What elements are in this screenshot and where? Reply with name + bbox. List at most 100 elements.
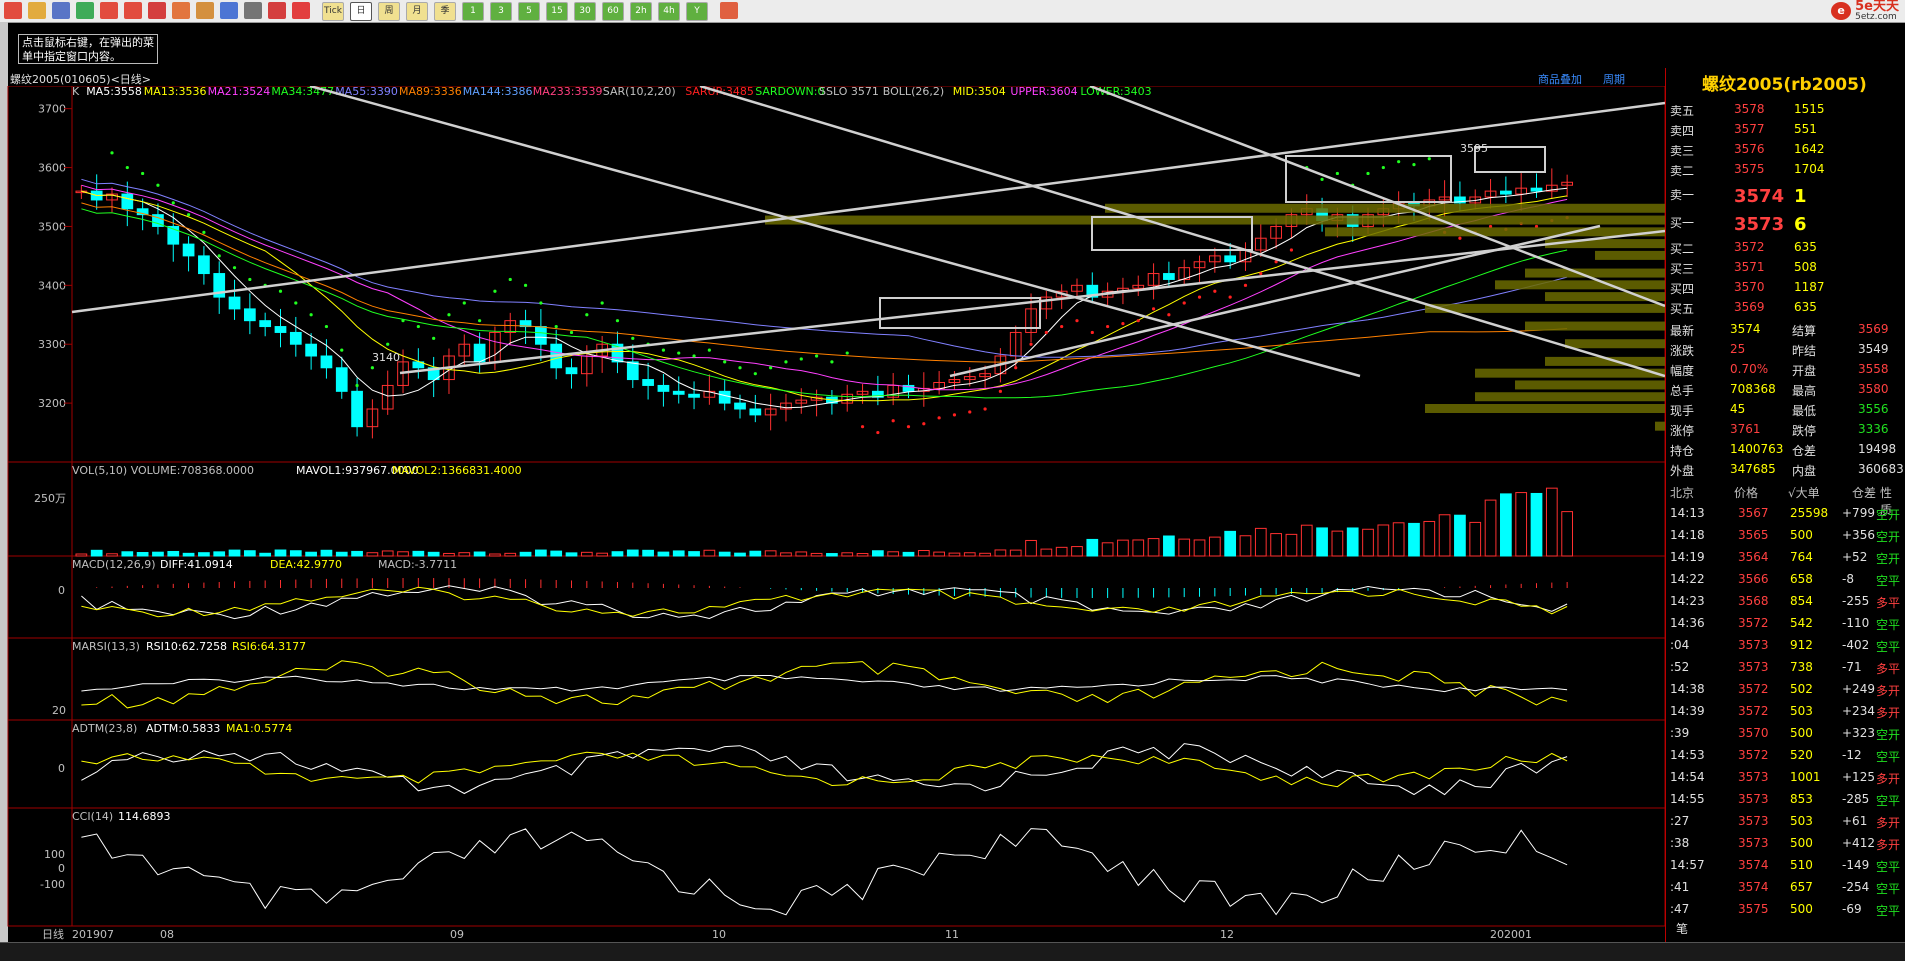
- stat-value: 3336: [1858, 422, 1889, 436]
- volume-profile-bar: [1655, 421, 1665, 431]
- sar-dot: [1335, 171, 1339, 176]
- stack-icon[interactable]: [52, 2, 70, 19]
- trade-volume: 542: [1790, 616, 1813, 630]
- volume-bar: [550, 550, 563, 557]
- trade-price: 3566: [1738, 572, 1769, 586]
- period-button-6[interactable]: 3: [490, 2, 512, 21]
- sar-dot: [600, 301, 604, 305]
- period-button-4[interactable]: 季: [434, 2, 456, 21]
- volume-bar: [826, 553, 838, 557]
- sar-dot: [1029, 342, 1033, 346]
- ma34-line: [81, 208, 1568, 399]
- news-icon[interactable]: [220, 2, 238, 19]
- sar-dot: [370, 366, 374, 370]
- calculator-icon[interactable]: [720, 2, 738, 19]
- volume-bar: [458, 552, 471, 557]
- volume-bar: [611, 551, 624, 557]
- sar-dot: [340, 348, 344, 352]
- sar-dot: [294, 301, 298, 305]
- period-button-7[interactable]: 5: [518, 2, 540, 21]
- period-button-1[interactable]: 日: [350, 2, 372, 21]
- period-button-8[interactable]: 15: [546, 2, 568, 21]
- sar-dot: [1167, 313, 1171, 317]
- filter-icon[interactable]: [196, 2, 214, 19]
- sar-dot: [937, 416, 941, 420]
- brush-icon[interactable]: [172, 2, 190, 19]
- adtm-value-label: ADTM:0.5833: [146, 722, 220, 735]
- sar-dot: [462, 301, 466, 305]
- period-button-13[interactable]: Y: [686, 2, 708, 21]
- trade-oi-change: +412: [1842, 836, 1875, 850]
- sar-dot: [876, 430, 880, 435]
- trade-time: :27: [1670, 814, 1690, 828]
- zoom-in-icon[interactable]: [100, 2, 118, 19]
- volume-bar: [887, 551, 900, 557]
- ask-level-label: 卖一: [1670, 188, 1695, 202]
- period-button-12[interactable]: 4h: [658, 2, 680, 21]
- macd-diff-label: DIFF:41.0914: [160, 558, 233, 571]
- ask-price: 3577: [1734, 122, 1765, 136]
- period-button-3[interactable]: 月: [406, 2, 428, 21]
- period-button-11[interactable]: 2h: [630, 2, 652, 21]
- sar-dot: [401, 319, 405, 323]
- trade-header-cell: 北京: [1670, 486, 1695, 500]
- period-button-10[interactable]: 60: [602, 2, 624, 21]
- period-link[interactable]: 周期: [1603, 73, 1625, 86]
- sar-dot: [1060, 324, 1064, 329]
- line-chart-icon[interactable]: [268, 2, 286, 19]
- tick-icon[interactable]: [292, 2, 310, 19]
- table-icon[interactable]: [244, 2, 262, 19]
- trade-row: 14:18 3565 500 +356 空开: [1670, 528, 1902, 546]
- volume-bar: [289, 550, 302, 557]
- overlay-link[interactable]: 商品叠加: [1538, 73, 1582, 86]
- volume-profile-bar: [1325, 227, 1665, 237]
- volume-bar: [381, 550, 394, 557]
- trade-row: 14:57 3574 510 -149 空平: [1670, 858, 1902, 876]
- trade-row: 14:53 3572 520 -12 空平: [1670, 748, 1902, 766]
- ma-legend-6: MA89:3336: [399, 86, 462, 98]
- sar-dot: [615, 319, 620, 323]
- volume-bar: [136, 552, 149, 557]
- candle: [535, 326, 547, 345]
- stat-value: 3574: [1730, 322, 1761, 336]
- period-button-5[interactable]: 1: [462, 2, 484, 21]
- time-axis-label: 11: [945, 928, 959, 941]
- trade-volume: 764: [1790, 550, 1813, 564]
- sar-dot: [1243, 283, 1248, 287]
- stat-label: 内盘: [1792, 464, 1817, 478]
- period-button-9[interactable]: 30: [574, 2, 596, 21]
- zoom-out-icon[interactable]: [124, 2, 142, 19]
- kline-chart[interactable]: 3700 3600 3500 3400 3300 3200 K MA5:3558 MA13:35…: [0, 86, 1665, 942]
- trade-price: 3568: [1738, 594, 1769, 608]
- volume-bar: [121, 551, 134, 557]
- macd-value-label: MACD:-3.7711: [378, 558, 457, 571]
- stat-value: 3549: [1858, 342, 1889, 356]
- ma-legend-15: UPPER:3604: [1010, 86, 1077, 98]
- sar-dot: [110, 151, 114, 155]
- volume-bar: [1438, 514, 1451, 557]
- sar-dot: [1136, 319, 1140, 323]
- volume-bar: [1285, 533, 1298, 557]
- cci-label: CCI(14): [72, 810, 113, 823]
- period-button-0[interactable]: Tick: [322, 2, 344, 21]
- volume-bar: [902, 551, 915, 557]
- volume-axis-label: 250万: [34, 492, 66, 505]
- volume-bar: [182, 552, 195, 557]
- sar-dot: [922, 422, 926, 426]
- trade-nature: 多开: [1876, 706, 1901, 720]
- volume-bar: [473, 551, 486, 557]
- home-icon[interactable]: [4, 2, 22, 19]
- refresh-icon[interactable]: [76, 2, 94, 19]
- folder-icon[interactable]: [28, 2, 46, 19]
- candle: [335, 367, 348, 392]
- sar-dot: [278, 289, 283, 293]
- trade-volume: 503: [1790, 814, 1813, 828]
- trade-price: 3575: [1738, 902, 1769, 916]
- period-button-2[interactable]: 周: [378, 2, 400, 21]
- stat-label: 结算: [1792, 324, 1817, 338]
- sar-dot: [523, 283, 528, 287]
- draw-icon[interactable]: [148, 2, 166, 19]
- ask-level-label: 卖五: [1670, 104, 1695, 118]
- indicator-line: [81, 743, 1568, 796]
- brand-name: 5e天天: [1855, 0, 1899, 14]
